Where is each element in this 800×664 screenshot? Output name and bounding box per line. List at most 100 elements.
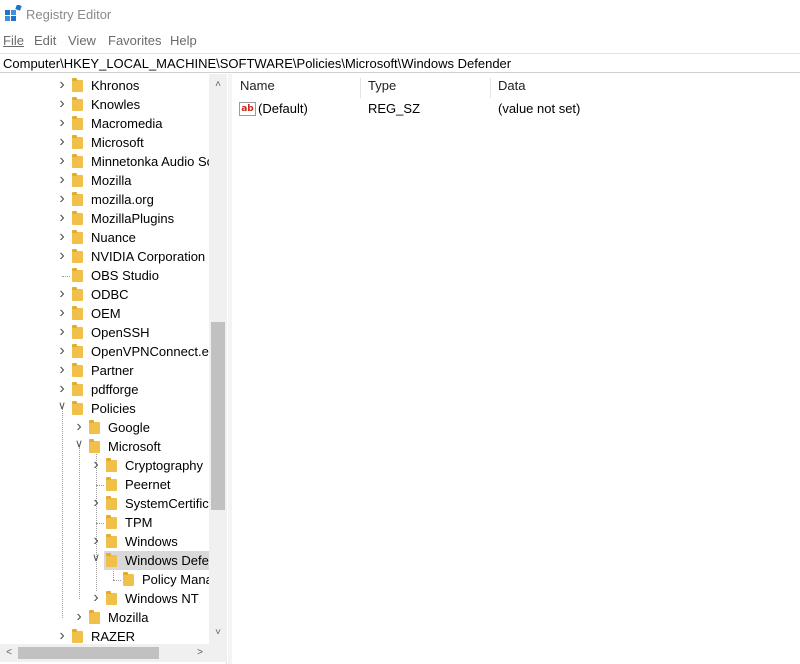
chevron-right-icon[interactable]: › <box>56 190 68 209</box>
tree-item-label[interactable]: TPM <box>125 513 152 532</box>
tree-item-label[interactable]: Google <box>108 418 150 437</box>
chevron-right-icon[interactable]: › <box>56 171 68 190</box>
scroll-left-icon[interactable]: ˂ <box>0 644 18 662</box>
tree-vertical-scrollbar[interactable]: ˄ ˅ <box>209 74 227 644</box>
column-header-type[interactable]: Type <box>368 78 396 98</box>
tree-guide-line <box>62 409 63 618</box>
chevron-right-icon[interactable]: › <box>56 95 68 114</box>
menu-view[interactable]: View <box>68 33 96 48</box>
chevron-right-icon[interactable]: › <box>90 532 102 551</box>
chevron-right-icon[interactable]: › <box>56 152 68 171</box>
chevron-right-icon[interactable]: › <box>56 76 68 95</box>
folder-icon <box>123 572 134 586</box>
tree-item-label[interactable]: Policies <box>91 399 136 418</box>
chevron-right-icon[interactable]: › <box>56 323 68 342</box>
folder-icon <box>72 249 83 263</box>
folder-icon <box>72 211 83 225</box>
column-divider[interactable] <box>490 78 491 98</box>
key-tree[interactable]: › Khronos › Knowles › Macromedia › Microsoft › Mi… <box>0 74 227 664</box>
chevron-right-icon[interactable]: › <box>56 285 68 304</box>
tree-item-label[interactable]: Policy Mana <box>142 570 213 589</box>
tree-item-label[interactable]: OBS Studio <box>91 266 159 285</box>
tree-item-label[interactable]: Macromedia <box>91 114 163 133</box>
tree-item-label[interactable]: Microsoft <box>108 437 161 456</box>
chevron-right-icon[interactable]: › <box>56 209 68 228</box>
value-name: (Default) <box>258 101 308 116</box>
address-bar[interactable]: Computer\HKEY_LOCAL_MACHINE\SOFTWARE\Pol… <box>0 53 800 73</box>
tree-item-label[interactable]: Mozilla <box>108 608 148 627</box>
tree-item-label[interactable]: Minnetonka Audio Sc <box>91 152 213 171</box>
chevron-right-icon[interactable]: › <box>90 494 102 513</box>
folder-icon <box>72 173 83 187</box>
tree-horizontal-scroll-thumb[interactable] <box>18 647 159 659</box>
folder-icon <box>72 401 83 415</box>
chevron-down-icon[interactable]: ∨ <box>56 399 68 418</box>
menu-favorites-label: Favorites <box>108 33 162 48</box>
string-value-icon: ab <box>239 102 256 116</box>
tree-item-label[interactable]: ODBC <box>91 285 129 304</box>
tree-guide-line <box>96 523 104 524</box>
chevron-down-icon[interactable]: ∨ <box>73 437 85 456</box>
value-type: REG_SZ <box>368 101 421 116</box>
tree-guide-line <box>62 276 70 277</box>
chevron-right-icon[interactable]: › <box>56 228 68 247</box>
tree-item-label[interactable]: MozillaPlugins <box>91 209 174 228</box>
tree-guide-line <box>96 485 104 486</box>
chevron-right-icon[interactable]: › <box>56 304 68 323</box>
values-list[interactable]: Name Type Data ab (Default) REG_SZ (valu… <box>232 74 800 664</box>
chevron-right-icon[interactable]: › <box>90 589 102 608</box>
tree-item-label[interactable]: Khronos <box>91 76 139 95</box>
folder-icon <box>72 382 83 396</box>
tree-item-label[interactable]: Cryptography <box>125 456 203 475</box>
chevron-right-icon[interactable]: › <box>56 361 68 380</box>
chevron-right-icon[interactable]: › <box>73 608 85 627</box>
folder-icon <box>72 287 83 301</box>
folder-icon <box>72 325 83 339</box>
scroll-right-icon[interactable]: ˃ <box>191 644 209 662</box>
tree-item-label[interactable]: pdfforge <box>91 380 138 399</box>
chevron-right-icon[interactable]: › <box>56 247 68 266</box>
tree-horizontal-scrollbar[interactable]: ˂ ˃ <box>0 644 209 662</box>
tree-item-label[interactable]: Knowles <box>91 95 140 114</box>
folder-icon <box>106 591 117 605</box>
value-row-default[interactable]: ab (Default) REG_SZ (value not set) <box>232 99 800 119</box>
title-bar: Registry Editor <box>0 0 800 30</box>
tree-item-label[interactable]: Nuance <box>91 228 136 247</box>
column-header-name[interactable]: Name <box>240 78 275 98</box>
tree-vertical-scroll-thumb[interactable] <box>211 322 225 510</box>
folder-icon <box>72 116 83 130</box>
folder-icon <box>89 420 100 434</box>
tree-item-label[interactable]: Peernet <box>125 475 171 494</box>
column-divider[interactable] <box>360 78 361 98</box>
column-header-data[interactable]: Data <box>498 78 525 98</box>
chevron-right-icon[interactable]: › <box>90 456 102 475</box>
tree-item-label[interactable]: Windows <box>125 532 178 551</box>
tree-item-label[interactable]: Windows Defe <box>125 551 209 570</box>
tree-item-label[interactable]: OpenVPNConnect.ex <box>91 342 215 361</box>
tree-item-label[interactable]: Mozilla <box>91 171 131 190</box>
menu-file[interactable]: File <box>3 33 24 48</box>
tree-item-label[interactable]: NVIDIA Corporation <box>91 247 205 266</box>
menu-help[interactable]: Help <box>170 33 197 48</box>
chevron-right-icon[interactable]: › <box>73 418 85 437</box>
menu-edit[interactable]: Edit <box>34 33 56 48</box>
tree-item-label[interactable]: OpenSSH <box>91 323 150 342</box>
address-path[interactable]: Computer\HKEY_LOCAL_MACHINE\SOFTWARE\Pol… <box>3 56 511 71</box>
scroll-down-icon[interactable]: ˅ <box>209 624 227 642</box>
tree-item-label[interactable]: SystemCertifica <box>125 494 216 513</box>
tree-item-label[interactable]: Microsoft <box>91 133 144 152</box>
chevron-right-icon[interactable]: › <box>56 342 68 361</box>
scroll-up-icon[interactable]: ˄ <box>209 76 227 94</box>
folder-icon <box>72 344 83 358</box>
folder-icon <box>72 154 83 168</box>
chevron-down-icon[interactable]: ∨ <box>90 551 102 570</box>
menu-favorites[interactable]: Favorites <box>108 33 161 48</box>
tree-item-label[interactable]: mozilla.org <box>91 190 154 209</box>
chevron-right-icon[interactable]: › <box>56 380 68 399</box>
tree-item-label[interactable]: Windows NT <box>125 589 199 608</box>
tree-item-label[interactable]: Partner <box>91 361 134 380</box>
chevron-right-icon[interactable]: › <box>56 133 68 152</box>
tree-item-label[interactable]: OEM <box>91 304 121 323</box>
chevron-right-icon[interactable]: › <box>56 114 68 133</box>
folder-icon <box>72 268 83 282</box>
